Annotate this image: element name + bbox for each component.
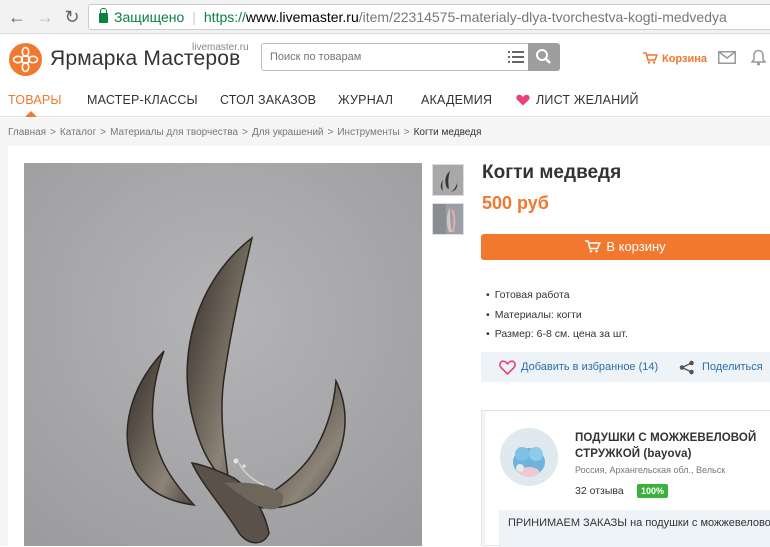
product-main-photo[interactable] — [24, 163, 422, 546]
cart-icon — [643, 52, 658, 64]
add-to-favorites-button[interactable]: Добавить в избранное (14) — [499, 360, 659, 375]
active-nav-caret — [25, 111, 37, 117]
breadcrumb-separator: > — [327, 127, 334, 138]
url-path: /item/22314575-materialy-dlya-tvorchestv… — [358, 9, 727, 25]
mail-icon[interactable] — [718, 51, 736, 64]
product-thumbnail[interactable] — [432, 203, 464, 235]
nav-item-journal[interactable]: ЖУРНАЛ — [338, 93, 393, 107]
breadcrumb-item[interactable]: Инструменты — [337, 127, 399, 138]
cart-icon — [585, 240, 602, 253]
heart-outline-icon — [499, 360, 516, 375]
fact-item: Готовая работа — [486, 289, 628, 309]
share-label: Поделиться — [702, 361, 763, 373]
url-host: www.livemaster.ru — [245, 9, 359, 25]
main-nav: ТОВАРЫ МАСТЕР-КЛАССЫ СТОЛ ЗАКАЗОВ ЖУРНАЛ… — [0, 85, 770, 117]
search-box — [261, 43, 560, 71]
search-icon — [536, 49, 551, 64]
add-to-cart-button[interactable]: В корзину — [481, 234, 770, 260]
search-input[interactable] — [262, 44, 502, 70]
nav-item-orders-table[interactable]: СТОЛ ЗАКАЗОВ — [220, 93, 316, 107]
reload-icon[interactable]: ↻ — [61, 6, 83, 28]
wishlist-label: ЛИСТ ЖЕЛАНИЙ — [536, 93, 639, 107]
product-price: 500 руб — [482, 193, 549, 213]
page-background-strip — [0, 146, 8, 546]
seller-reviews[interactable]: 32 отзыва — [575, 485, 624, 497]
logo-domain: livemaster.ru — [192, 42, 249, 53]
search-button[interactable] — [528, 43, 560, 71]
category-list-icon[interactable] — [508, 50, 524, 64]
browser-toolbar: ← → ↻ Защищено | https://www.livemaster.ru… — [0, 0, 770, 34]
url-separator: | — [192, 9, 196, 25]
back-arrow-icon[interactable]: ← — [6, 6, 28, 28]
product-actions-bar: Добавить в избранное (14) Поделиться — [481, 352, 770, 382]
breadcrumb: Главная > Каталог > Материалы для творчества… — [8, 127, 481, 138]
secure-label: Защищено — [114, 9, 185, 25]
seller-card-stripe — [482, 411, 486, 547]
breadcrumb-separator: > — [403, 127, 410, 138]
logo-flower-icon[interactable] — [9, 43, 42, 76]
site-header: Ярмарка Мастеров livemaster.ru Корзина — [0, 35, 770, 85]
fact-item: Размер: 6-8 см. цена за шт. — [486, 328, 628, 348]
share-icon — [679, 360, 694, 375]
breadcrumb-item[interactable]: Материалы для творчества — [110, 127, 238, 138]
cart-link[interactable]: Корзина — [643, 52, 707, 65]
seller-location: Россия, Архангельская обл., Вельск — [575, 465, 726, 475]
breadcrumb-separator: > — [242, 127, 248, 138]
product-title: Когти медведя — [482, 162, 622, 183]
seller-rating-badge: 100% — [637, 484, 669, 498]
breadcrumb-current: Когти медведя — [413, 127, 482, 138]
forward-arrow-icon[interactable]: → — [34, 6, 56, 28]
favorites-label: Добавить в избранное (14) — [521, 361, 659, 373]
product-facts: Готовая работа Материалы: когти Размер: … — [486, 289, 628, 348]
breadcrumb-separator: > — [100, 127, 107, 138]
fact-item: Материалы: когти — [486, 309, 628, 329]
breadcrumb-item[interactable]: Каталог — [60, 127, 96, 138]
nav-item-academy[interactable]: АКАДЕМИЯ — [421, 93, 492, 107]
share-button[interactable]: Поделиться — [679, 360, 763, 375]
nav-item-goods[interactable]: ТОВАРЫ — [8, 93, 62, 107]
breadcrumb-item[interactable]: Для украшений — [252, 127, 324, 138]
bell-icon[interactable] — [751, 49, 766, 66]
seller-shop-name[interactable]: ПОДУШКИ С МОЖЖЕВЕЛОВОЙ СТРУЖКОЙ (bayova) — [575, 430, 770, 462]
lock-icon — [99, 8, 108, 23]
product-thumbnail[interactable] — [432, 164, 464, 196]
seller-avatar[interactable] — [500, 428, 558, 486]
seller-card: ПОДУШКИ С МОЖЖЕВЕЛОВОЙ СТРУЖКОЙ (bayova)… — [481, 410, 770, 547]
address-bar[interactable]: Защищено | https://www.livemaster.ru/item/… — [88, 4, 770, 30]
seller-notice: ПРИНИМАЕМ ЗАКАЗЫ на подушки с можжевелов… — [499, 510, 770, 547]
breadcrumb-separator: > — [50, 127, 56, 138]
breadcrumb-item[interactable]: Главная — [8, 127, 46, 138]
nav-item-master-classes[interactable]: МАСТЕР-КЛАССЫ — [87, 93, 198, 107]
breadcrumb-bar: Главная > Каталог > Материалы для творчества… — [0, 118, 770, 146]
nav-item-wishlist[interactable]: ЛИСТ ЖЕЛАНИЙ — [516, 93, 639, 107]
add-to-cart-label: В корзину — [606, 239, 666, 254]
cart-label: Корзина — [662, 53, 707, 65]
url-scheme: https:// — [203, 9, 246, 25]
heart-icon — [516, 94, 530, 106]
